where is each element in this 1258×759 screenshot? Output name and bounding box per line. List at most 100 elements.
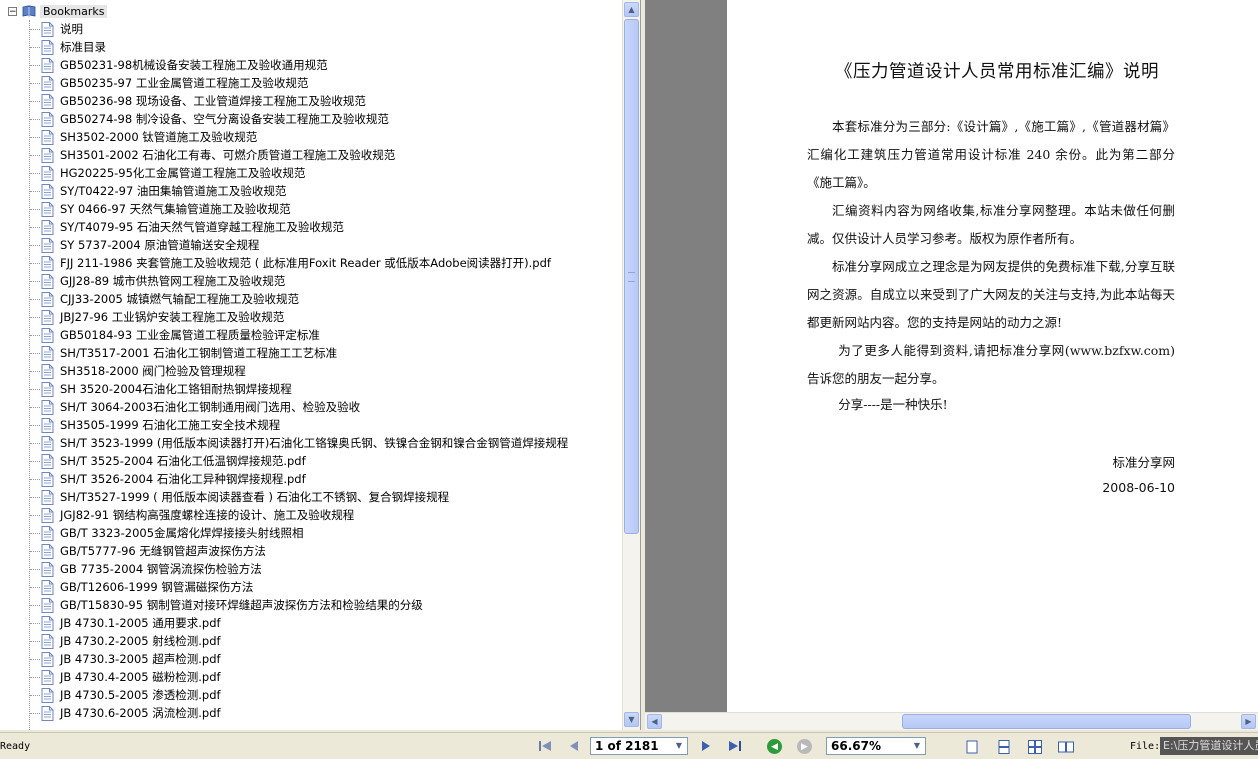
next-page-button[interactable] xyxy=(698,739,714,753)
tree-connector xyxy=(30,28,40,30)
bookmark-item[interactable]: SH3502-2000 钛管道施工及验收规范 xyxy=(0,128,568,146)
continuous-facing-view-button[interactable] xyxy=(1058,739,1074,754)
back-button[interactable]: ◀ xyxy=(767,739,782,754)
continuous-view-button[interactable] xyxy=(996,739,1012,754)
document-icon xyxy=(41,255,54,271)
bookmark-item[interactable]: GB 7735-2004 钢管涡流探伤检验方法 xyxy=(0,560,568,578)
continuous-view-icon xyxy=(998,739,1010,754)
collapse-toggle[interactable]: − xyxy=(8,6,17,16)
single-page-view-button[interactable] xyxy=(964,739,980,754)
last-page-button[interactable] xyxy=(727,739,743,753)
file-label: File: xyxy=(1130,741,1161,752)
bookmark-item[interactable]: SH3518-2000 阀门检验及管理规程 xyxy=(0,362,568,380)
bookmark-item[interactable]: JB 4730.3-2005 超声检测.pdf xyxy=(0,650,568,668)
page-number-field[interactable]: 1 of 2181 ▼ xyxy=(590,737,688,755)
document-icon xyxy=(41,93,54,109)
bookmark-item[interactable]: GJJ28-89 城市供热管网工程施工及验收规范 xyxy=(0,272,568,290)
document-icon xyxy=(41,183,54,199)
bookmark-item[interactable]: 标准目录 xyxy=(0,38,568,56)
bookmark-item[interactable]: SY/T4079-95 石油天然气管道穿越工程施工及验收规范 xyxy=(0,218,568,236)
bookmark-item[interactable]: SY 0466-97 天然气集输管道施工及验收规范 xyxy=(0,200,568,218)
bookmark-item[interactable]: SY/T0422-97 油田集输管道施工及验收规范 xyxy=(0,182,568,200)
bookmark-label: SH/T3527-1999 ( 用低版本阅读器查看 ) 石油化工不锈钢、复合钢焊… xyxy=(60,490,450,504)
document-icon xyxy=(41,651,54,667)
facing-view-button[interactable] xyxy=(1027,739,1043,754)
bookmarks-vertical-scrollbar[interactable]: ▲ ▼ xyxy=(622,0,640,730)
chevron-down-icon[interactable]: ▼ xyxy=(672,739,686,753)
first-page-button[interactable] xyxy=(537,739,553,753)
bookmark-label: GB50235-97 工业金属管道工程施工及验收规范 xyxy=(60,76,309,90)
bookmark-item[interactable]: GB50236-98 现场设备、工业管道焊接工程施工及验收规范 xyxy=(0,92,568,110)
tree-connector xyxy=(30,406,40,408)
bookmark-label: GB50231-98机械设备安装工程施工及验收通用规范 xyxy=(60,58,328,72)
vertical-scroll-thumb[interactable] xyxy=(624,19,639,534)
paragraph-3: 标准分享网成立之理念是为网友提供的免费标准下载,分享互联网之资源。自成立以来受到… xyxy=(807,259,1175,330)
bookmark-item[interactable]: GB50274-98 制冷设备、空气分离设备安装工程施工及验收规范 xyxy=(0,110,568,128)
bookmark-item[interactable]: SH 3520-2004石油化工铬钼耐热钢焊接规程 xyxy=(0,380,568,398)
bookmark-item[interactable]: SH/T 3526-2004 石油化工异种钢焊接规程.pdf xyxy=(0,470,568,488)
file-path: E:\压力管道设计人员 xyxy=(1160,737,1258,755)
document-view[interactable]: 《压力管道设计人员常用标准汇编》说明 本套标准分为三部分:《设计篇》,《施工篇》… xyxy=(645,0,1258,712)
bookmark-item[interactable]: JBJ27-96 工业锅炉安装工程施工及验收规范 xyxy=(0,308,568,326)
bookmark-item[interactable]: HG20225-95化工金属管道工程施工及验收规范 xyxy=(0,164,568,182)
bookmark-item[interactable]: GB/T12606-1999 钢管漏磁探伤方法 xyxy=(0,578,568,596)
bookmark-item[interactable]: CJJ33-2005 城镇燃气输配工程施工及验收规范 xyxy=(0,290,568,308)
bookmark-label: SH3518-2000 阀门检验及管理规程 xyxy=(60,364,246,378)
bookmark-item[interactable]: JB 4730.6-2005 涡流检测.pdf xyxy=(0,704,568,722)
tree-connector xyxy=(30,568,40,570)
zoom-text: 66.67% xyxy=(831,739,881,753)
bookmark-item[interactable]: SY 5737-2004 原油管道输送安全规程 xyxy=(0,236,568,254)
scroll-up-button[interactable]: ▲ xyxy=(624,2,639,17)
tree-connector xyxy=(30,64,40,66)
tree-connector xyxy=(30,388,40,390)
bookmark-item[interactable]: JGJ82-91 钢结构高强度螺栓连接的设计、施工及验收规程 xyxy=(0,506,568,524)
document-horizontal-scrollbar[interactable]: ◀ ▶ xyxy=(645,712,1258,730)
scroll-left-button[interactable]: ◀ xyxy=(647,714,662,729)
bookmarks-root[interactable]: − Bookmarks xyxy=(8,3,108,19)
back-arrow-icon: ◀ xyxy=(771,741,778,752)
zoom-field[interactable]: 66.67% ▼ xyxy=(826,737,926,755)
bookmark-item[interactable]: SH3505-1999 石油化工施工安全技术规程 xyxy=(0,416,568,434)
bookmark-item[interactable]: GB/T15830-95 钢制管道对接环焊缝超声波探伤方法和检验结果的分级 xyxy=(0,596,568,614)
tree-connector xyxy=(30,442,40,444)
bookmark-item[interactable]: JB 4730.4-2005 磁粉检测.pdf xyxy=(0,668,568,686)
horizontal-scroll-thumb[interactable] xyxy=(902,714,1191,729)
previous-page-button[interactable] xyxy=(566,739,582,753)
bookmark-item[interactable]: GB50235-97 工业金属管道工程施工及验收规范 xyxy=(0,74,568,92)
bookmark-item[interactable]: GB50184-93 工业金属管道工程质量检验评定标准 xyxy=(0,326,568,344)
tree-connector xyxy=(30,226,40,228)
bookmark-label: SY 5737-2004 原油管道输送安全规程 xyxy=(60,238,260,252)
document-icon xyxy=(41,309,54,325)
tree-connector xyxy=(30,172,40,174)
bookmark-item[interactable]: 说明 xyxy=(0,20,568,38)
bookmark-item[interactable]: GB50231-98机械设备安装工程施工及验收通用规范 xyxy=(0,56,568,74)
bookmark-item[interactable]: SH/T 3525-2004 石油化工低温钢焊接规范.pdf xyxy=(0,452,568,470)
bookmark-item[interactable]: JB 4730.2-2005 射线检测.pdf xyxy=(0,632,568,650)
forward-arrow-icon: ▶ xyxy=(801,741,808,752)
document-icon xyxy=(41,633,54,649)
document-icon xyxy=(41,39,54,55)
document-icon xyxy=(41,219,54,235)
document-icon xyxy=(41,525,54,541)
chevron-down-icon[interactable]: ▼ xyxy=(910,739,924,753)
bookmark-item[interactable]: SH/T 3064-2003石油化工钢制通用阀门选用、检验及验收 xyxy=(0,398,568,416)
scroll-down-button[interactable]: ▼ xyxy=(624,712,639,727)
bookmark-item[interactable]: SH3501-2002 石油化工有毒、可燃介质管道工程施工及验收规范 xyxy=(0,146,568,164)
bookmark-item[interactable]: JB 4730.1-2005 通用要求.pdf xyxy=(0,614,568,632)
bookmark-item[interactable]: SH/T3517-2001 石油化工钢制管道工程施工工艺标准 xyxy=(0,344,568,362)
scroll-right-button[interactable]: ▶ xyxy=(1241,714,1256,729)
bookmark-item[interactable]: SH/T 3523-1999 (用低版本阅读器打开)石油化工铬镍奥氏钢、铁镍合金… xyxy=(0,434,568,452)
document-icon xyxy=(41,543,54,559)
bookmark-item[interactable]: FJJ 211-1986 夹套管施工及验收规范 ( 此标准用Foxit Read… xyxy=(0,254,568,272)
tree-connector xyxy=(30,244,40,246)
tree-connector xyxy=(30,262,40,264)
bookmark-item[interactable]: GB/T5777-96 无缝钢管超声波探伤方法 xyxy=(0,542,568,560)
document-icon xyxy=(41,489,54,505)
bookmark-item[interactable]: GB/T 3323-2005金属熔化焊焊接接头射线照相 xyxy=(0,524,568,542)
bookmark-label: JB 4730.6-2005 涡流检测.pdf xyxy=(60,706,221,720)
document-icon xyxy=(41,111,54,127)
previous-page-icon xyxy=(570,741,578,751)
forward-button[interactable]: ▶ xyxy=(797,739,812,754)
bookmark-item[interactable]: SH/T3527-1999 ( 用低版本阅读器查看 ) 石油化工不锈钢、复合钢焊… xyxy=(0,488,568,506)
bookmark-item[interactable]: JB 4730.5-2005 渗透检测.pdf xyxy=(0,686,568,704)
